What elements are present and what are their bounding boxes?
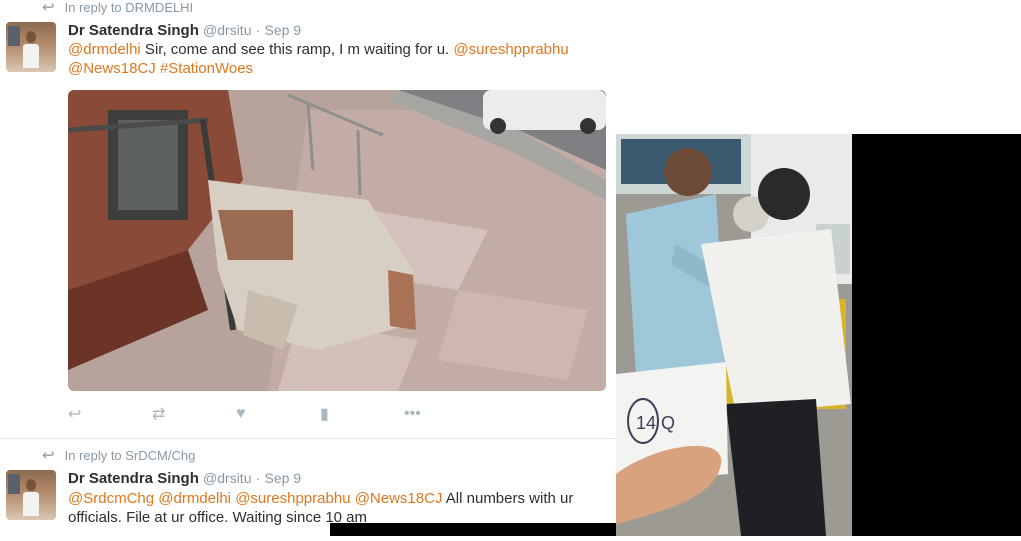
paper-note: 14 Q	[636, 413, 675, 433]
tweet-header: Dr Satendra Singh @drsitu · Sep 9	[68, 21, 301, 40]
tweet-text: @SrdcmChg @drmdelhi @sureshpprabhu @News…	[68, 489, 613, 527]
author-handle[interactable]: @drsitu	[203, 470, 251, 486]
author-name[interactable]: Dr Satendra Singh	[68, 22, 199, 39]
tweet-text: @drmdelhi Sir, come and see this ramp, I…	[68, 40, 608, 78]
mention-link[interactable]: @SrdcmChg	[68, 490, 154, 507]
office-photo-image: 14 Q	[616, 134, 852, 536]
tweet-header: Dr Satendra Singh @drsitu · Sep 9	[68, 469, 301, 488]
separator-dot: ·	[255, 470, 261, 486]
more-icon[interactable]: •••	[404, 405, 488, 423]
reply-context-2[interactable]: ↩ In reply to SrDCM/Chg	[42, 448, 195, 463]
tweet-date[interactable]: Sep 9	[265, 470, 302, 486]
mention-link[interactable]: @News18CJ	[68, 60, 156, 77]
reply-arrow-icon: ↩	[42, 0, 55, 16]
separator-dot: ·	[255, 22, 261, 38]
retweet-icon[interactable]: ⇄	[152, 404, 236, 424]
mention-link[interactable]: @drmdelhi	[158, 490, 231, 507]
ramp-photo-image	[68, 90, 606, 391]
mention-link[interactable]: @sureshpprabhu	[235, 490, 350, 507]
mention-link[interactable]: @sureshpprabhu	[453, 41, 568, 58]
author-handle[interactable]: @drsitu	[203, 22, 251, 38]
tweet-actions: ↩ ⇄ ♥ ▮ •••	[68, 404, 488, 424]
black-band	[330, 523, 621, 536]
reply-context-1[interactable]: ↩ In reply to DRMDELHI	[42, 0, 193, 15]
office-photo[interactable]: 14 Q	[616, 134, 1021, 536]
tweet-divider	[0, 438, 616, 439]
hashtag-link[interactable]: #StationWoes	[160, 60, 253, 77]
ramp-photo[interactable]	[68, 90, 606, 391]
reply-arrow-icon: ↩	[42, 447, 55, 464]
tweet-date[interactable]: Sep 9	[265, 22, 302, 38]
avatar[interactable]	[6, 22, 56, 72]
reply-icon[interactable]: ↩	[68, 404, 152, 424]
tweet-text-segment: All numbers with ur	[442, 490, 574, 507]
reply-context-label: In reply to SrDCM/Chg	[64, 448, 196, 463]
mention-link[interactable]: @drmdelhi	[68, 41, 141, 58]
tweet-text-segment: Sir, come and see this ramp, I m waiting…	[140, 41, 454, 58]
author-name[interactable]: Dr Satendra Singh	[68, 470, 199, 487]
reply-context-label: In reply to DRMDELHI	[64, 0, 194, 15]
mention-link[interactable]: @News18CJ	[355, 490, 443, 507]
like-icon[interactable]: ♥	[236, 405, 320, 423]
avatar[interactable]	[6, 470, 56, 520]
tweet-text-segment: officials. File at ur office. Waiting si…	[68, 509, 368, 526]
analytics-icon[interactable]: ▮	[320, 404, 404, 424]
